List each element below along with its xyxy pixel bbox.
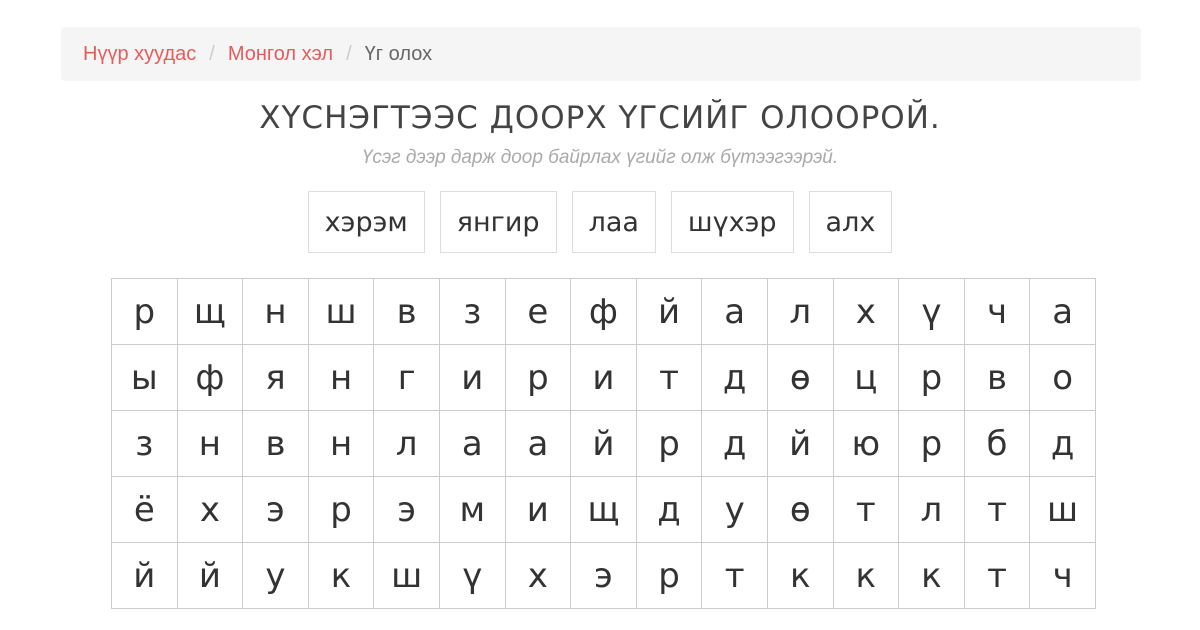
- letter-cell[interactable]: л: [767, 279, 834, 345]
- letter-cell[interactable]: в: [374, 279, 440, 345]
- letter-cell[interactable]: я: [243, 345, 309, 411]
- letter-cell[interactable]: н: [308, 411, 375, 477]
- breadcrumb-section-link[interactable]: Монгол хэл: [228, 43, 333, 66]
- letter-cell[interactable]: р: [308, 477, 375, 543]
- letter-cell[interactable]: х: [833, 279, 900, 345]
- letter-grid: рщншвзефйалхүчаыфянгиритдөцрвознвнлаайрд…: [111, 278, 1096, 609]
- letter-cell[interactable]: ы: [112, 345, 178, 411]
- letter-cell[interactable]: в: [964, 345, 1031, 411]
- letter-cell[interactable]: р: [112, 279, 178, 345]
- letter-cell[interactable]: у: [243, 543, 309, 609]
- letter-cell[interactable]: ү: [439, 543, 506, 609]
- letter-cell[interactable]: р: [899, 345, 965, 411]
- letter-cell[interactable]: е: [505, 279, 572, 345]
- page-subtitle: Үсэг дээр дарж доор байрлах үгийг олж бү…: [361, 147, 839, 168]
- letter-cell[interactable]: в: [243, 411, 309, 477]
- letter-cell[interactable]: а: [702, 279, 768, 345]
- target-word: алх: [808, 191, 893, 253]
- letter-cell[interactable]: й: [177, 543, 244, 609]
- letter-cell[interactable]: ч: [964, 279, 1031, 345]
- letter-cell[interactable]: к: [308, 543, 375, 609]
- letter-cell[interactable]: д: [636, 477, 703, 543]
- letter-cell[interactable]: э: [243, 477, 309, 543]
- letter-cell[interactable]: к: [899, 543, 965, 609]
- letter-cell[interactable]: м: [439, 477, 506, 543]
- letter-cell[interactable]: т: [636, 345, 703, 411]
- target-word: хэрэм: [307, 191, 425, 253]
- letter-cell[interactable]: т: [833, 477, 900, 543]
- word-list: хэрэм янгир лаа шүхэр алх: [0, 191, 1200, 253]
- letter-cell[interactable]: к: [767, 543, 834, 609]
- target-word: янгир: [439, 191, 557, 253]
- letter-cell[interactable]: р: [505, 345, 572, 411]
- letter-cell[interactable]: о: [1030, 345, 1096, 411]
- letter-cell[interactable]: ц: [833, 345, 900, 411]
- letter-cell[interactable]: н: [243, 279, 309, 345]
- letter-cell[interactable]: а: [1030, 279, 1096, 345]
- target-word: лаа: [571, 191, 656, 253]
- letter-cell[interactable]: ф: [571, 279, 637, 345]
- letter-cell[interactable]: з: [439, 279, 506, 345]
- letter-cell[interactable]: и: [505, 477, 572, 543]
- letter-cell[interactable]: х: [177, 477, 244, 543]
- letter-cell[interactable]: к: [833, 543, 900, 609]
- letter-cell[interactable]: ч: [1030, 543, 1096, 609]
- letter-cell[interactable]: х: [505, 543, 572, 609]
- letter-cell[interactable]: а: [439, 411, 506, 477]
- letter-cell[interactable]: д: [1030, 411, 1096, 477]
- target-word: шүхэр: [670, 191, 794, 253]
- letter-cell[interactable]: ё: [112, 477, 178, 543]
- letter-cell[interactable]: ш: [308, 279, 375, 345]
- letter-cell[interactable]: й: [112, 543, 178, 609]
- letter-cell[interactable]: и: [571, 345, 637, 411]
- letter-cell[interactable]: а: [505, 411, 572, 477]
- letter-cell[interactable]: щ: [177, 279, 244, 345]
- letter-cell[interactable]: ө: [767, 477, 834, 543]
- letter-cell[interactable]: э: [571, 543, 637, 609]
- letter-cell[interactable]: т: [964, 477, 1031, 543]
- letter-cell[interactable]: ш: [374, 543, 440, 609]
- page-title: ХҮСНЭГТЭЭС ДООРХ ҮГСИЙГ ОЛООРОЙ.: [259, 100, 941, 136]
- letter-cell[interactable]: э: [374, 477, 440, 543]
- letter-cell[interactable]: д: [702, 345, 768, 411]
- letter-cell[interactable]: з: [112, 411, 178, 477]
- letter-cell[interactable]: н: [177, 411, 244, 477]
- letter-cell[interactable]: г: [374, 345, 440, 411]
- letter-cell[interactable]: т: [702, 543, 768, 609]
- letter-cell[interactable]: л: [374, 411, 440, 477]
- letter-cell[interactable]: ү: [899, 279, 965, 345]
- letter-cell[interactable]: ш: [1030, 477, 1096, 543]
- letter-cell[interactable]: й: [767, 411, 834, 477]
- letter-cell[interactable]: й: [636, 279, 703, 345]
- letter-cell[interactable]: н: [308, 345, 375, 411]
- letter-cell[interactable]: р: [636, 543, 703, 609]
- letter-cell[interactable]: у: [702, 477, 768, 543]
- letter-cell[interactable]: р: [636, 411, 703, 477]
- breadcrumb-home-link[interactable]: Нүүр хуудас: [83, 43, 196, 66]
- breadcrumb-current: Үг олох: [364, 42, 433, 65]
- letter-cell[interactable]: л: [899, 477, 965, 543]
- letter-cell[interactable]: р: [899, 411, 965, 477]
- letter-cell[interactable]: ө: [767, 345, 834, 411]
- breadcrumb-separator: /: [209, 42, 215, 65]
- letter-cell[interactable]: д: [702, 411, 768, 477]
- letter-cell[interactable]: ф: [177, 345, 244, 411]
- letter-cell[interactable]: й: [571, 411, 637, 477]
- letter-cell[interactable]: т: [964, 543, 1031, 609]
- letter-cell[interactable]: ю: [833, 411, 900, 477]
- breadcrumb-separator: /: [346, 42, 352, 65]
- letter-cell[interactable]: щ: [571, 477, 637, 543]
- breadcrumb: Нүүр хуудас / Монгол хэл / Үг олох: [61, 27, 1141, 81]
- letter-cell[interactable]: и: [439, 345, 506, 411]
- letter-cell[interactable]: б: [964, 411, 1031, 477]
